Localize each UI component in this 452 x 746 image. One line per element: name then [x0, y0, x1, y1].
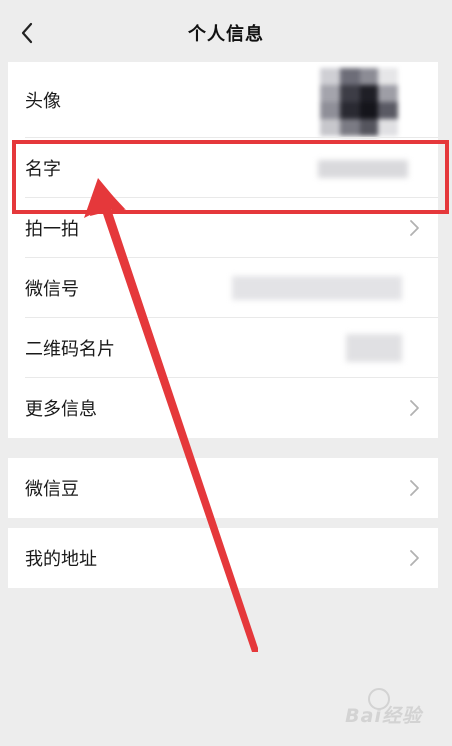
annotation-arrow: [84, 178, 258, 652]
watermark: Bai经验: [345, 705, 422, 727]
